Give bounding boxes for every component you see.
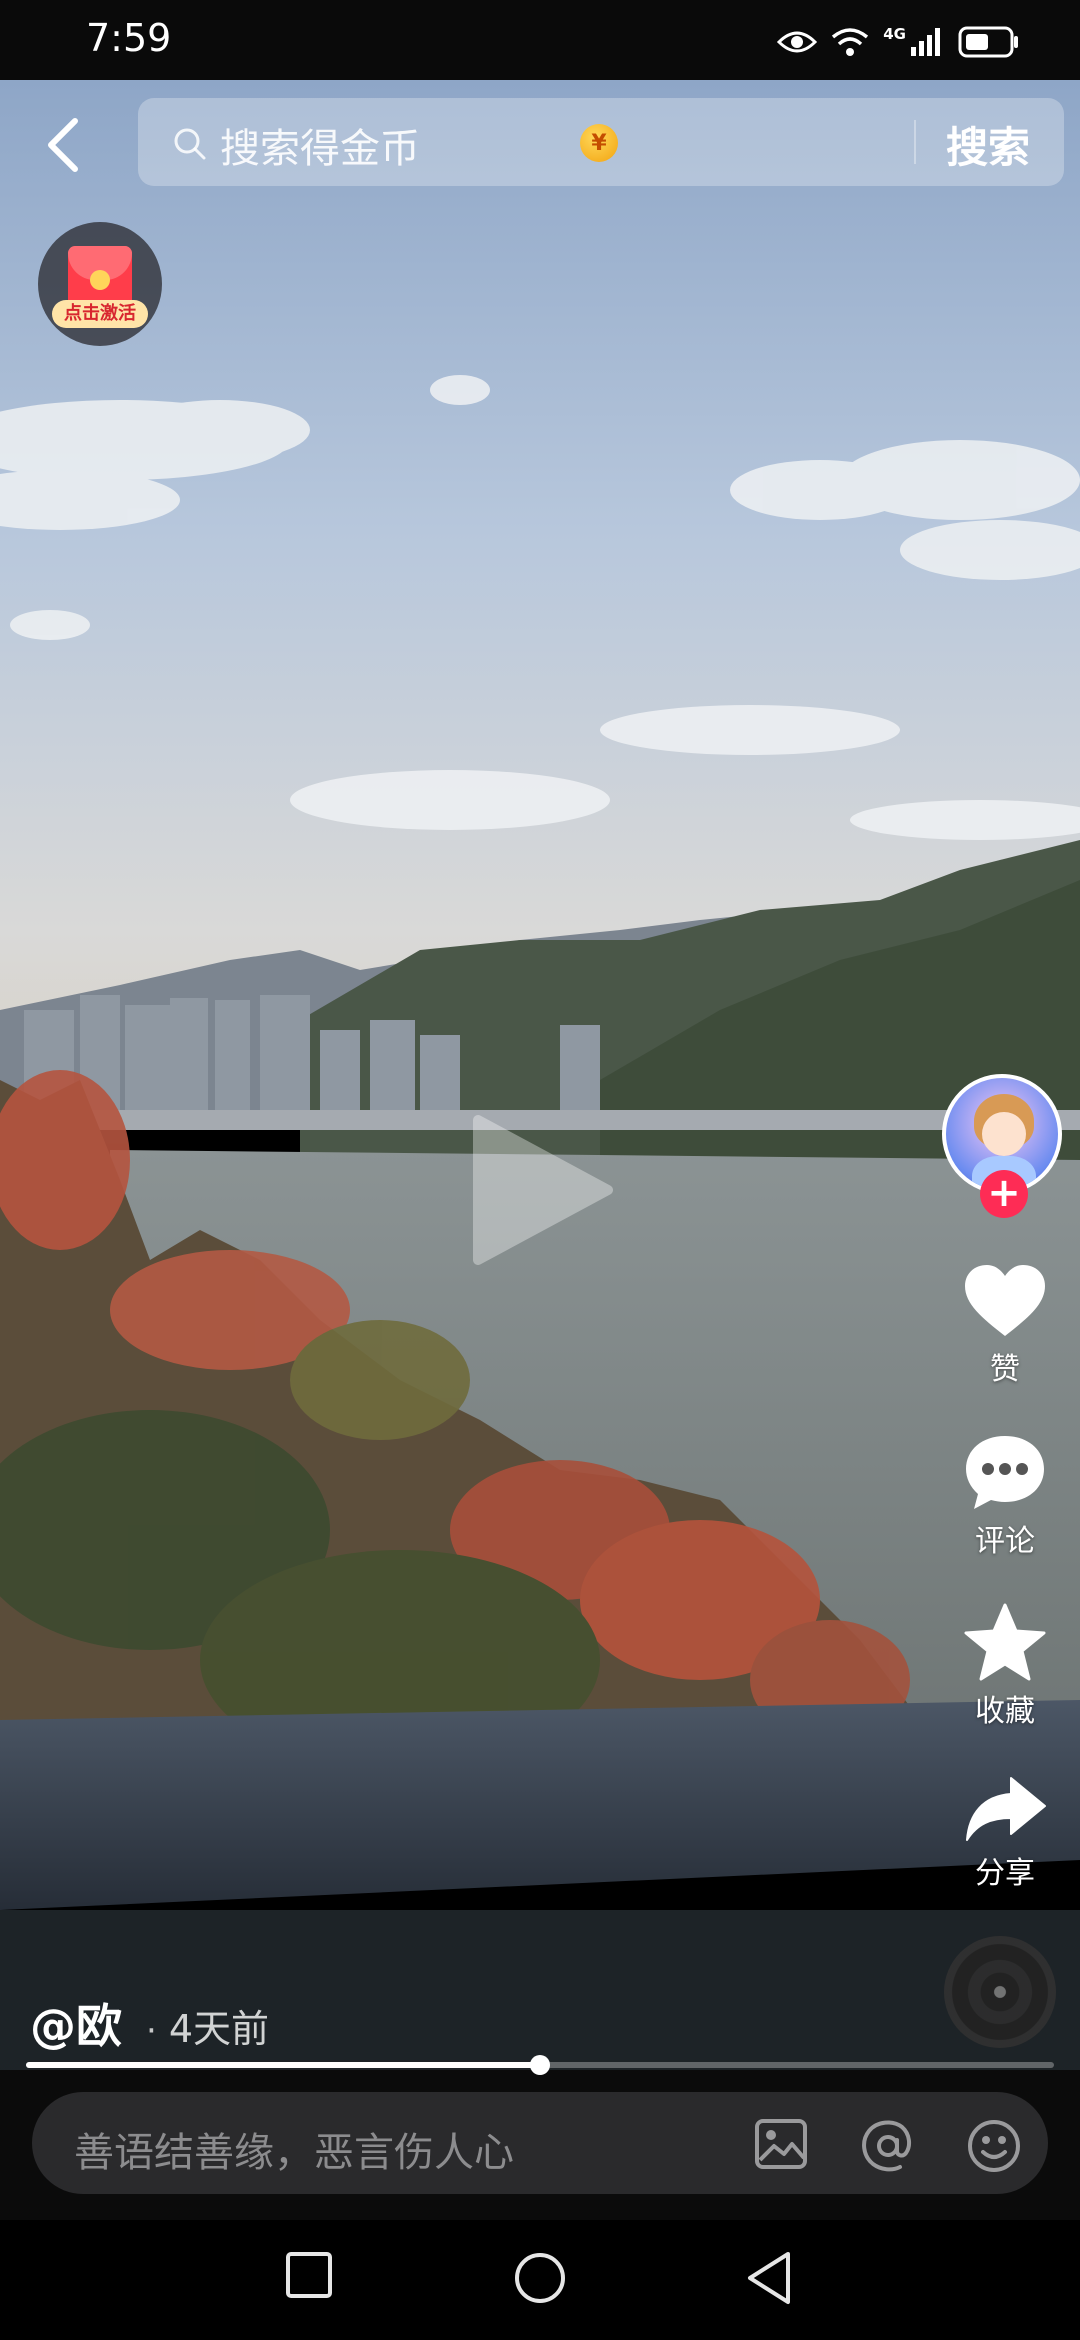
share-icon [966,1777,1046,1841]
author-name[interactable]: @欧 [30,1990,122,2056]
system-nav-bar [0,2220,1080,2340]
like-button[interactable]: 赞 [950,1262,1060,1388]
at-mention-icon[interactable] [860,2118,916,2174]
heart-icon [965,1265,1045,1336]
status-time: 7:59 [86,16,172,60]
favorite-button[interactable]: 收藏 [950,1602,1060,1730]
chevron-left-icon [48,118,78,172]
eye-icon [777,31,818,53]
share-label: 分享 [975,1856,1035,1891]
search-bar[interactable]: 搜索得金币 ¥ 搜索 [138,98,1064,186]
search-button[interactable]: 搜索 [946,114,1030,175]
red-packet-label: 点击激活 [52,300,148,328]
back-nav-icon[interactable] [744,2250,794,2306]
share-button[interactable]: 分享 [950,1774,1060,1892]
coin-icon: ¥ [580,124,618,162]
status-bar: 7:59 4G [0,0,1080,80]
signal-icon [911,28,940,56]
search-icon [174,128,206,160]
play-icon[interactable] [468,1110,618,1270]
back-button[interactable] [38,110,88,180]
post-info: @欧 · 4天前 [30,1990,269,2056]
star-icon [964,1603,1046,1681]
wifi-icon [832,28,869,56]
search-divider [914,120,916,164]
comment-button[interactable]: 评论 [950,1432,1060,1560]
music-disc-icon[interactable] [944,1936,1056,2048]
recent-apps-icon[interactable] [284,2250,334,2300]
follow-button[interactable]: + [980,1170,1028,1218]
home-icon[interactable] [512,2250,568,2306]
comment-label: 评论 [975,1524,1035,1559]
network-label: 4G [883,25,906,43]
status-icons: 4G [777,20,1020,64]
post-time: 4天前 [168,2007,269,2051]
search-placeholder[interactable]: 搜索得金币 [220,116,420,174]
like-label: 赞 [990,1352,1020,1387]
progress-bar[interactable] [26,2055,1054,2075]
progress-thumb[interactable] [530,2055,550,2075]
favorite-label: 收藏 [975,1694,1035,1729]
image-icon[interactable] [754,2118,808,2170]
battery-icon [958,26,1018,58]
comment-icon [966,1436,1044,1509]
comment-placeholder[interactable]: 善语结善缘，恶言伤人心 [74,2120,514,2178]
progress-fill [26,2062,540,2068]
video-player[interactable] [0,80,1080,2070]
comment-input[interactable]: 善语结善缘，恶言伤人心 [32,2092,1048,2194]
red-packet-button[interactable]: 点击激活 [38,222,162,346]
meta-separator: · [146,2011,157,2051]
video-frame [0,80,1080,2070]
emoji-icon[interactable] [966,2118,1022,2174]
